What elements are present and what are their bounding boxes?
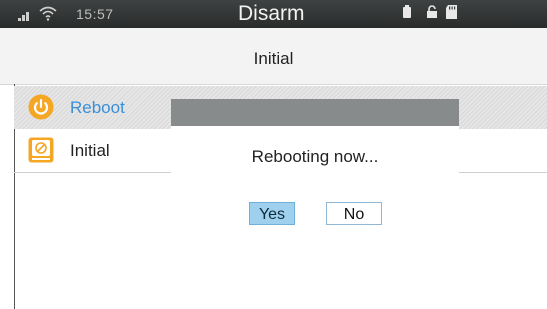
menu-item-label: Reboot [70, 98, 125, 117]
dialog-body: Rebooting now... Yes No [171, 126, 459, 238]
yes-button[interactable]: Yes [249, 202, 295, 225]
no-button[interactable]: No [326, 202, 382, 225]
page-title: Initial [253, 49, 294, 68]
dialog-header [171, 99, 459, 126]
header-bar: Initial [0, 28, 547, 85]
signal-icon [18, 9, 32, 21]
reset-icon [28, 137, 54, 163]
sd-card-icon [446, 5, 457, 19]
lock-icon [427, 5, 437, 18]
dialog-message: Rebooting now... [251, 147, 379, 166]
menu-item-label: Initial [70, 141, 110, 160]
wifi-icon [39, 6, 57, 21]
power-icon [28, 94, 54, 120]
clock-time: 15:57 [76, 6, 114, 22]
status-bar: 15:57 Disarm [0, 0, 547, 28]
arm-mode-status: Disarm [238, 2, 305, 25]
confirm-dialog: Rebooting now... Yes No [171, 99, 459, 238]
battery-icon [403, 5, 411, 18]
